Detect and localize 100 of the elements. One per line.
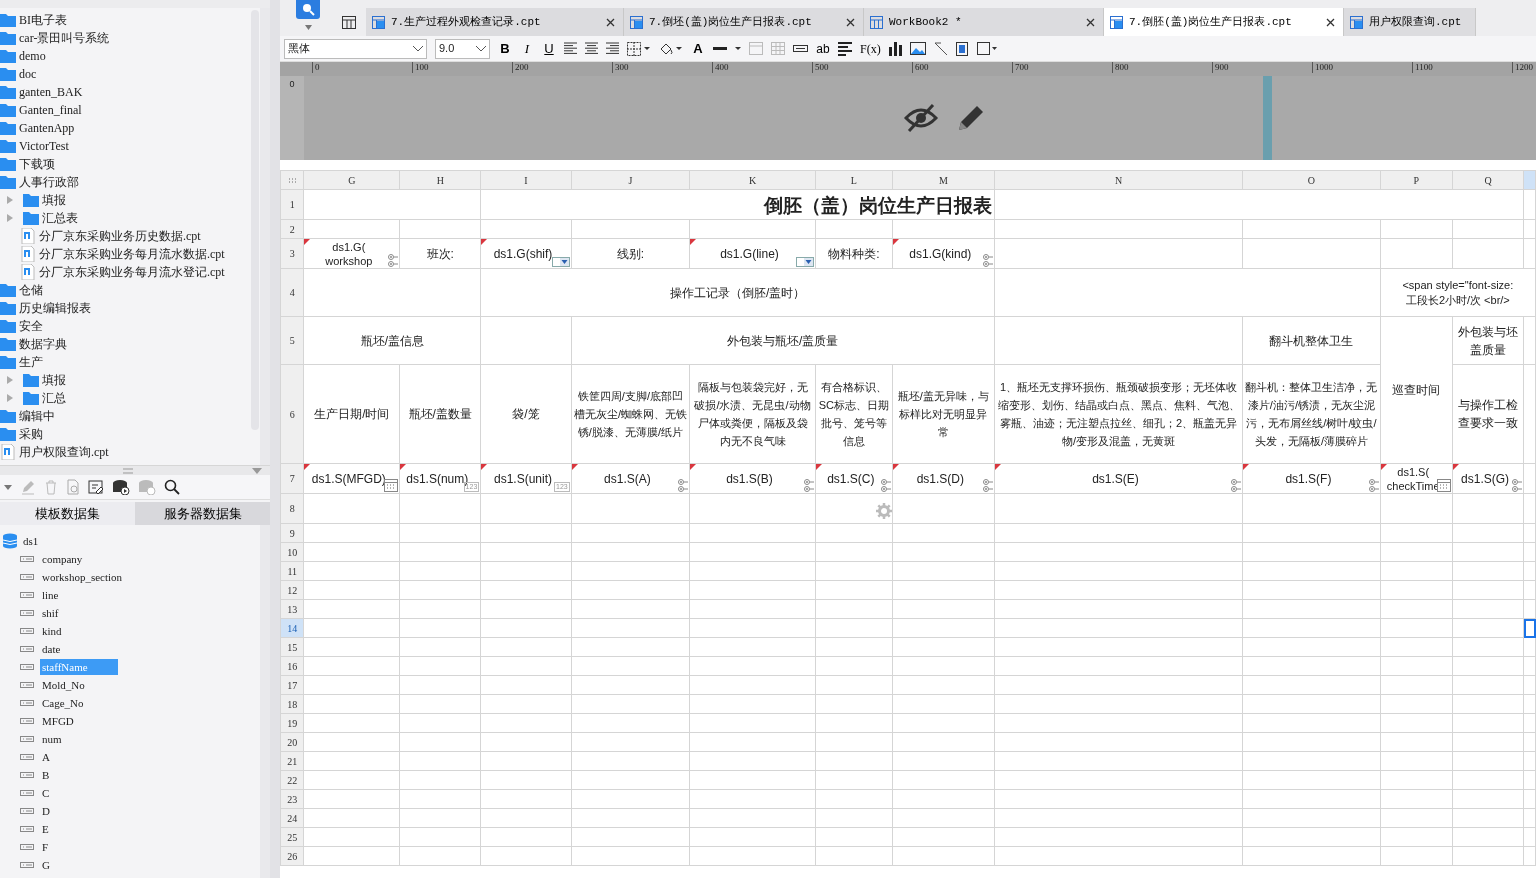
cell-text: 外包装与坯盖质量 bbox=[1457, 323, 1520, 359]
dataset-field[interactable]: shif bbox=[40, 604, 61, 622]
tree-item[interactable]: 安全 bbox=[19, 317, 43, 335]
cell-text: 外包装与瓶坯/盖质量 bbox=[726, 332, 840, 350]
tree-item[interactable]: GantenApp bbox=[19, 119, 75, 137]
cell-text: 翻斗机整体卫生 bbox=[1268, 332, 1355, 350]
dataset-field[interactable]: date bbox=[40, 640, 63, 658]
text-style-button[interactable]: ab bbox=[816, 39, 830, 58]
cell-text: 生产日期/时间 bbox=[313, 406, 391, 423]
cell-text: 与操作工检查要求一致 bbox=[1457, 397, 1520, 432]
column-header[interactable]: G bbox=[303, 170, 400, 190]
tree-item[interactable]: VictorTest bbox=[19, 137, 69, 155]
ruler-label: 700 bbox=[1012, 62, 1029, 73]
tree-item[interactable]: 汇总表 bbox=[42, 209, 78, 227]
tree-item[interactable]: 编辑中 bbox=[19, 407, 55, 425]
cell-text: 操作工记录（倒胚/盖时） bbox=[668, 284, 807, 302]
column-header[interactable]: L bbox=[815, 170, 893, 190]
dataset-field[interactable]: Mold_No bbox=[40, 676, 87, 694]
dataset-field[interactable]: E bbox=[40, 820, 51, 838]
tree-item[interactable]: 填报 bbox=[42, 191, 66, 209]
cell-text: ds1.S(A) bbox=[603, 470, 652, 488]
tree-item[interactable]: 分厂京东采购业务每月流水登记.cpt bbox=[39, 263, 225, 281]
tree-item[interactable]: 分厂京东采购业务每月流水数据.cpt bbox=[39, 245, 225, 263]
bold-button[interactable]: B bbox=[498, 38, 512, 59]
italic-button[interactable]: I bbox=[520, 38, 534, 59]
tree-item[interactable]: 数据字典 bbox=[19, 335, 67, 353]
dataset-field[interactable]: MFGD bbox=[40, 712, 76, 730]
document-tab[interactable]: WorkBook2 * bbox=[864, 8, 1104, 36]
tree-item[interactable]: 仓储 bbox=[19, 281, 43, 299]
cell-text: 巡查时间 bbox=[1391, 382, 1442, 399]
tree-item[interactable]: 填报 bbox=[42, 371, 66, 389]
ruler-label: 1000 bbox=[1312, 62, 1333, 73]
row-header[interactable]: 8 bbox=[280, 493, 304, 524]
tree-item[interactable]: 历史编辑报表 bbox=[19, 299, 91, 317]
row-header[interactable]: 1 bbox=[280, 189, 304, 220]
tree-item[interactable]: 分厂京东采购业务历史数据.cpt bbox=[39, 227, 201, 245]
dataset-field[interactable]: Cage_No bbox=[40, 694, 86, 712]
tree-item[interactable]: 人事行政部 bbox=[19, 173, 79, 191]
column-header[interactable]: I bbox=[480, 170, 572, 190]
dataset-name[interactable]: ds1 bbox=[23, 532, 39, 550]
cell-text: 铁筐四周/支脚/底部凹槽无灰尘/蜘蛛网、无铁锈/脱漆、无薄膜/纸片 bbox=[572, 389, 688, 440]
tree-item[interactable]: 用户权限查询.cpt bbox=[19, 443, 109, 461]
tree-item[interactable]: ganten_BAK bbox=[19, 83, 83, 101]
document-tab[interactable]: 7.倒胚(盖)岗位生产日报表.cpt bbox=[1104, 8, 1344, 36]
tree-item[interactable]: 采购 bbox=[19, 425, 43, 443]
dataset-field[interactable]: A bbox=[40, 748, 52, 766]
ruler-label: 1200 bbox=[1512, 62, 1533, 73]
cell-text: ds1.G(shif) bbox=[492, 245, 554, 263]
dataset-field[interactable]: C bbox=[40, 784, 52, 802]
dataset-field[interactable]: line bbox=[40, 586, 61, 604]
dataset-field[interactable]: F bbox=[40, 838, 51, 856]
cell-text: 线别: bbox=[615, 245, 646, 263]
document-tab[interactable]: 7.倒坯(盖)岗位生产日报表.cpt bbox=[624, 8, 864, 36]
ruler-label: 300 bbox=[612, 62, 629, 73]
cell-text: ds1.S(MFGD) bbox=[310, 470, 387, 488]
tree-item[interactable]: demo bbox=[19, 47, 46, 65]
dataset-field[interactable]: workshop_section bbox=[40, 568, 125, 586]
cell-text: ds1.S(E) bbox=[1091, 470, 1140, 488]
row-header[interactable]: 3 bbox=[280, 238, 304, 269]
column-header[interactable]: H bbox=[399, 170, 481, 190]
column-header[interactable]: O bbox=[1242, 170, 1381, 190]
tree-item[interactable]: 汇总 bbox=[42, 389, 66, 407]
row-header[interactable]: 7 bbox=[280, 463, 304, 494]
cell-text: 瓶坯/盖数量 bbox=[407, 406, 473, 423]
formula-button[interactable]: F(x) bbox=[860, 39, 881, 58]
dataset-field[interactable]: G bbox=[40, 856, 52, 874]
tree-item[interactable]: car-景田叫号系统 bbox=[19, 29, 110, 47]
cell-text: 1、瓶坯无支撑环损伤、瓶颈破损变形；无坯体收缩变形、划伤、结晶或白点、黑点、焦料、气泡、雾瓶、油迹；无注塑点拉丝、细孔；2、瓶盖无异物/变形及混盖，无黄斑 bbox=[996, 380, 1241, 449]
cell-text: 袋/笼 bbox=[511, 406, 541, 423]
tree-item[interactable]: Ganten_final bbox=[19, 101, 82, 119]
column-header[interactable]: J bbox=[571, 170, 690, 190]
dataset-field[interactable]: num bbox=[40, 730, 64, 748]
document-tab[interactable]: 用户权限查询.cpt bbox=[1344, 8, 1476, 36]
ruler-label: 0 bbox=[289, 79, 295, 89]
column-header[interactable]: M bbox=[892, 170, 995, 190]
dataset-field[interactable]: D bbox=[40, 802, 52, 820]
underline-button[interactable]: U bbox=[542, 38, 556, 59]
dataset-tab[interactable]: 模板数据集 bbox=[0, 502, 135, 525]
column-header[interactable]: P bbox=[1380, 170, 1453, 190]
dataset-tab[interactable]: 服务器数据集 bbox=[135, 502, 270, 525]
cell-text: ds1.S(D) bbox=[915, 470, 966, 488]
column-header[interactable]: N bbox=[994, 170, 1243, 190]
row-header[interactable]: 6 bbox=[280, 364, 304, 464]
tree-item[interactable]: BI电子表 bbox=[19, 11, 67, 29]
row-header[interactable]: 5 bbox=[280, 316, 304, 365]
font-select[interactable]: 黑体 bbox=[284, 38, 427, 59]
row-header[interactable]: 4 bbox=[280, 268, 304, 317]
column-header[interactable]: K bbox=[689, 170, 816, 190]
dataset-field[interactable]: B bbox=[40, 766, 52, 784]
font-color-button[interactable]: A bbox=[691, 42, 705, 55]
cell-text: 班次: bbox=[425, 245, 455, 263]
column-header[interactable]: Q bbox=[1452, 170, 1524, 190]
tree-item[interactable]: 下载项 bbox=[19, 155, 55, 173]
dataset-field[interactable]: kind bbox=[40, 622, 64, 640]
font-size-select[interactable]: 9.0 bbox=[435, 38, 490, 59]
tree-item[interactable]: doc bbox=[19, 65, 37, 83]
cell-text: <span style="font-size: 工段长2小时/次 <br/> bbox=[1401, 277, 1515, 308]
document-tab[interactable]: 7.生产过程外观检查记录.cpt bbox=[366, 8, 624, 36]
tree-item[interactable]: 生产 bbox=[19, 353, 43, 371]
dataset-field[interactable]: company bbox=[40, 550, 85, 568]
